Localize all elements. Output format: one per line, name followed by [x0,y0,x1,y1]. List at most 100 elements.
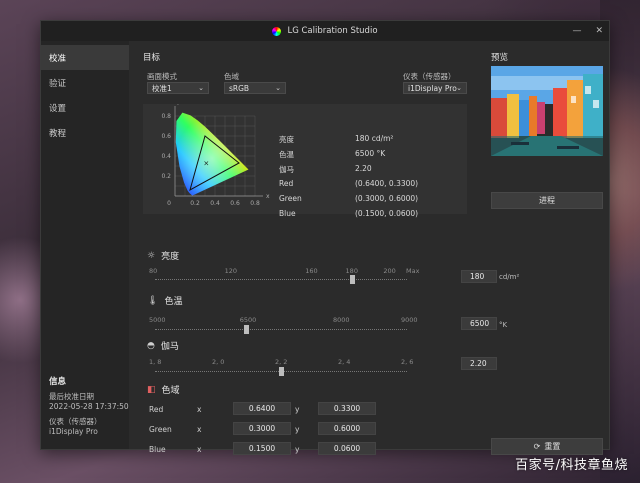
spectral-locus-white [175,112,249,196]
gamut-x-field[interactable]: 0.1500 [233,442,291,455]
sidebar-item-label: 教程 [49,128,67,139]
y-tick-label: 0.6 [161,133,171,140]
target-summary-panel: × 0.8 0.6 0.4 0.2 0 0.2 0.4 0.6 0.8 y x 亮度 180 cd/m… [143,104,467,218]
sidebar-item-tutorial[interactable]: 教程 [41,120,129,145]
color-temp-tick-label: 9000 [401,316,418,324]
color-temp-slider-thumb[interactable] [243,325,249,334]
last-calibration-value: 2022-05-28 17:37:50 [49,402,129,411]
reset-button-label: 重置 [544,442,561,451]
preview-heading: 预览 [491,53,509,63]
gamma-slider-thumb[interactable] [279,367,284,376]
x-axis-label: x [266,193,270,200]
gamut-row-name: Green [149,425,172,434]
gamut-y-field[interactable]: 0.0600 [318,442,376,455]
color-temp-label-text: 色温 [164,297,183,307]
color-temp-label: 🌡 色温 [147,294,183,308]
gamut-x-field-value: 0.1500 [248,444,276,453]
gamut-x-field-value: 0.6400 [248,404,276,413]
gamma-slider[interactable] [155,367,407,376]
picture-mode-label: 画面模式 [147,72,177,81]
gamut-section-label-text: 色域 [161,386,180,396]
brightness-tick-label: 200 [383,267,396,275]
close-icon[interactable]: ✕ [595,26,603,36]
gamut-section-label: ◧ 色域 [147,383,180,397]
brightness-tick-label: 80 [149,267,158,275]
progress-button[interactable]: 进程 [491,192,603,209]
brightness-slider-thumb[interactable] [349,275,355,284]
chevron-down-icon: ⌄ [456,84,462,92]
gamut-y-field[interactable]: 0.6000 [318,422,376,435]
picture-mode-value: 校准1 [152,83,172,93]
gamut-y-label: y [295,445,300,454]
gamma-value: 2.20 [470,359,487,368]
title-bar: LG Calibration Studio — ✕ [41,21,609,41]
stat-label: 亮度 [279,135,294,144]
picture-mode-select[interactable]: 校准1 ⌄ [147,82,209,94]
reset-button[interactable]: ⟳ 重置 [491,438,603,455]
white-point-marker: × [203,160,209,168]
brightness-tick-label: 160 [305,267,318,275]
gamut-y-field-value: 0.3300 [333,404,361,413]
sun-icon: ☼ [147,250,156,261]
stat-value: 180 cd/m² [355,134,394,143]
brightness-tick-label: 180 [345,267,358,275]
instrument-select-value: i1Display Pro [408,83,457,93]
gamut-x-label: x [197,445,202,454]
gamut-label: 色域 [224,72,239,81]
stat-label: Blue [279,209,296,218]
gamut-y-field-value: 0.0600 [333,444,361,453]
gamma-tick-label: 2, 6 [401,358,414,366]
brightness-tick-label: Max [406,267,420,275]
color-temp-tick-label: 8000 [332,316,350,324]
instrument-select[interactable]: i1Display Pro ⌄ [403,82,467,94]
info-heading: 信息 [49,377,67,387]
sidebar-item-label: 校准 [49,53,67,64]
color-temp-slider[interactable] [155,325,407,334]
chevron-down-icon: ⌄ [198,84,204,92]
gamut-row-name: Red [149,405,164,414]
gamut-x-field[interactable]: 0.3000 [233,422,291,435]
stat-label: Red [279,179,294,188]
gamut-select[interactable]: sRGB ⌄ [224,82,286,94]
gamma-label-text: 伽马 [160,342,179,352]
info-panel: 信息 最后校准日期 2022-05-28 17:37:50 仪表（传感器） i1… [49,377,129,437]
color-temp-tick-label: 5000 [149,316,166,324]
gamut-value: sRGB [229,83,250,93]
thermometer-icon: 🌡 [147,295,159,306]
stat-value: (0.6400, 0.3300) [355,179,419,188]
gamut-x-field[interactable]: 0.6400 [233,402,291,415]
brightness-label-text: 亮度 [161,252,180,262]
stat-value: 6500 °K [355,149,386,158]
preview-image [491,66,603,156]
stat-value: 2.20 [355,164,372,173]
gamut-row-name: Blue [149,445,166,454]
gamut-x-label: x [197,405,202,414]
gamut-y-label: y [295,405,300,414]
instrument-select-label: 仪表（传感器） [403,72,456,81]
preview-panel: 预览 进程 ⟳ 重置 [491,41,603,455]
gamut-y-field[interactable]: 0.3300 [318,402,376,415]
y-axis-label: y [177,104,181,105]
sidebar-item-label: 设置 [49,103,67,114]
brightness-slider[interactable] [155,275,407,284]
color-temp-value: 6500 [470,319,490,328]
sidebar: 校准 验证 设置 教程 信息 最后校准日期 2022-05-28 17:37:5… [41,41,129,449]
x-tick-label: 0.2 [190,200,200,207]
sidebar-item-verify[interactable]: 验证 [41,70,129,95]
gamut-x-field-value: 0.3000 [248,424,276,433]
gamma-icon: ◓ [147,340,155,351]
last-calibration-label: 最后校准日期 [49,392,94,401]
y-tick-label: 0.8 [161,113,171,120]
brightness-label: ☼ 亮度 [147,249,180,263]
app-window: LG Calibration Studio — ✕ 校准 验证 设置 教程 信息… [40,20,610,455]
gamma-tick-label: 1, 8 [149,358,162,366]
minimize-icon[interactable]: — [572,26,581,36]
stat-label: 伽马 [279,165,294,174]
sidebar-item-settings[interactable]: 设置 [41,95,129,120]
chevron-down-icon: ⌄ [275,84,281,92]
sidebar-item-calibrate[interactable]: 校准 [41,45,129,70]
gamut-y-label: y [295,425,300,434]
brightness-value: 180 [470,272,485,281]
sidebar-item-label: 验证 [49,78,67,89]
instrument-value: i1Display Pro [49,427,98,436]
